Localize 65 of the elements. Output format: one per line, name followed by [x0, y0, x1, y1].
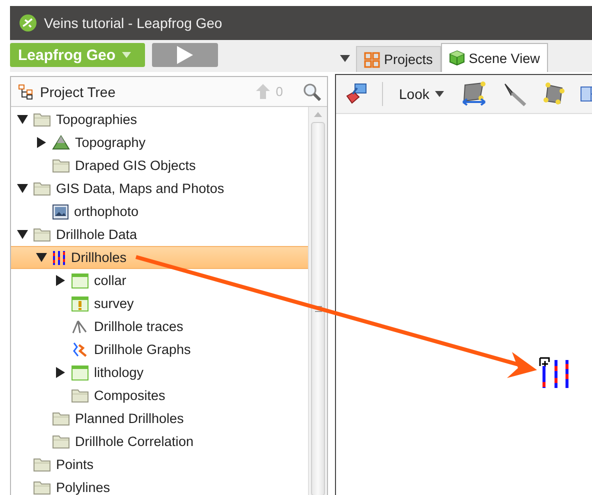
polygon-points-icon[interactable]: [542, 82, 566, 106]
folder-icon: [52, 158, 70, 173]
tree-item[interactable]: orthophoto: [11, 200, 308, 223]
drag-drillholes-cursor-icon: [539, 357, 568, 390]
view-tab[interactable]: Projects: [356, 46, 441, 72]
expand-toggle-icon[interactable]: [36, 252, 47, 263]
scrollbar[interactable]: [308, 107, 327, 495]
cube-icon: [448, 50, 465, 66]
tab-list-caret-icon[interactable]: [340, 55, 350, 62]
eraser-screen-icon[interactable]: [344, 82, 368, 106]
tree-structure-icon: [18, 84, 34, 100]
folder-icon: [33, 227, 51, 242]
tree-item[interactable]: Drillhole traces: [11, 315, 308, 338]
expand-toggle-icon[interactable]: [36, 137, 47, 148]
tree-item[interactable]: Topographies: [11, 108, 308, 131]
table-exclamation-icon: [71, 296, 89, 312]
tree-item[interactable]: Points: [11, 453, 308, 476]
branching-lines-icon: [71, 318, 89, 334]
expand-toggle-icon[interactable]: [17, 183, 28, 194]
tree-item[interactable]: Drillhole Graphs: [11, 338, 308, 361]
tree-item[interactable]: Drillholes: [11, 246, 308, 269]
tree-item[interactable]: GIS Data, Maps and Photos: [11, 177, 308, 200]
folder-icon: [33, 457, 51, 472]
count-label: 0: [276, 84, 283, 99]
look-dropdown[interactable]: Look: [397, 86, 446, 102]
tree-item[interactable]: Draped GIS Objects: [11, 154, 308, 177]
expand-toggle-icon[interactable]: [17, 114, 28, 125]
play-button[interactable]: [152, 43, 218, 67]
expand-toggle-icon[interactable]: [55, 367, 66, 378]
app-logo-icon: [19, 14, 37, 32]
zigzag-lines-icon: [71, 342, 89, 358]
table-icon: [71, 272, 89, 288]
window-title: Veins tutorial - Leapfrog Geo: [44, 15, 222, 31]
folder-icon: [71, 388, 89, 403]
tree-item[interactable]: Planned Drillholes: [11, 407, 308, 430]
folder-icon: [33, 181, 51, 196]
play-icon: [177, 46, 193, 64]
panel-title: Project Tree: [40, 84, 116, 100]
tree-item[interactable]: lithology: [11, 361, 308, 384]
tree-item[interactable]: Topography: [11, 131, 308, 154]
folder-icon: [33, 480, 51, 495]
view-tab[interactable]: Scene View: [440, 43, 548, 72]
folder-icon: [33, 112, 51, 127]
picture-icon: [52, 204, 69, 220]
folder-icon: [52, 434, 70, 449]
expand-toggle-icon[interactable]: [55, 275, 66, 286]
knife-icon[interactable]: [502, 81, 528, 107]
tree-item[interactable]: collar: [11, 269, 308, 292]
grip-icon: [314, 306, 322, 312]
scrollbar-thumb[interactable]: [311, 122, 325, 495]
tree-item[interactable]: Drillhole Data: [11, 223, 308, 246]
tree-item[interactable]: survey: [11, 292, 308, 315]
caret-icon: [435, 91, 444, 97]
folder-icon: [52, 411, 70, 426]
grid-icon: [364, 52, 380, 68]
plane-arrows-icon[interactable]: [460, 81, 488, 107]
expand-toggle-icon[interactable]: [17, 229, 28, 240]
tree-item[interactable]: Polylines: [11, 476, 308, 495]
caret-icon: [122, 52, 131, 58]
tree-item[interactable]: Composites: [11, 384, 308, 407]
search-icon[interactable]: [303, 82, 321, 100]
mountain-icon: [52, 135, 70, 150]
table-icon: [71, 364, 89, 380]
drillhole-lines-icon: [52, 250, 66, 266]
tree-item[interactable]: Drillhole Correlation: [11, 430, 308, 453]
